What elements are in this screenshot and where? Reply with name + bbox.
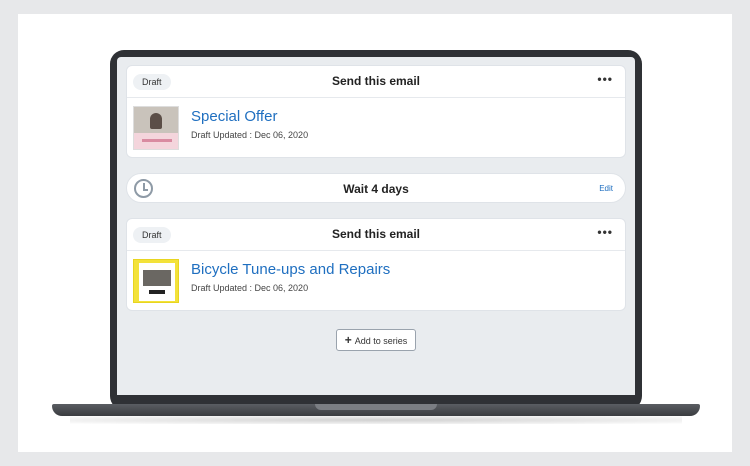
thumbnail-photo [143,270,171,286]
step-action-title: Send this email [331,227,421,241]
wait-step: Wait 4 days Edit [126,173,626,203]
draft-updated-text: Draft Updated : Dec 06, 2020 [191,130,309,140]
thumbnail-accent [142,139,172,142]
email-title-link[interactable]: Special Offer [191,108,277,125]
draft-updated-text: Draft Updated : Dec 06, 2020 [191,283,309,293]
card-header: Draft Send this email ••• [127,66,625,98]
thumbnail-rider [150,113,162,129]
email-thumbnail[interactable] [133,259,179,303]
add-to-series-button[interactable]: + Add to series [336,329,416,351]
laptop-notch [315,404,437,410]
more-horizontal-icon[interactable]: ••• [597,72,613,86]
series-step-card: Draft Send this email ••• Bicycle Tune-u… [126,218,626,311]
wait-label: Wait 4 days [343,182,409,196]
card-header: Draft Send this email ••• [127,219,625,251]
series-step-card: Draft Send this email ••• Special Offer … [126,65,626,158]
card-body: Bicycle Tune-ups and Repairs Draft Updat… [127,251,625,311]
laptop-shadow [70,416,682,424]
email-thumbnail[interactable] [133,106,179,150]
plus-icon: + [344,333,352,347]
laptop-screen: Draft Send this email ••• Special Offer … [117,57,635,395]
email-title-link[interactable]: Bicycle Tune-ups and Repairs [191,261,390,278]
step-action-title: Send this email [331,74,421,88]
thumbnail-button [149,290,165,294]
card-body: Special Offer Draft Updated : Dec 06, 20… [127,98,625,158]
edit-wait-link[interactable]: Edit [599,184,613,193]
add-to-series-label: Add to series [354,336,408,346]
more-horizontal-icon[interactable]: ••• [597,225,613,239]
